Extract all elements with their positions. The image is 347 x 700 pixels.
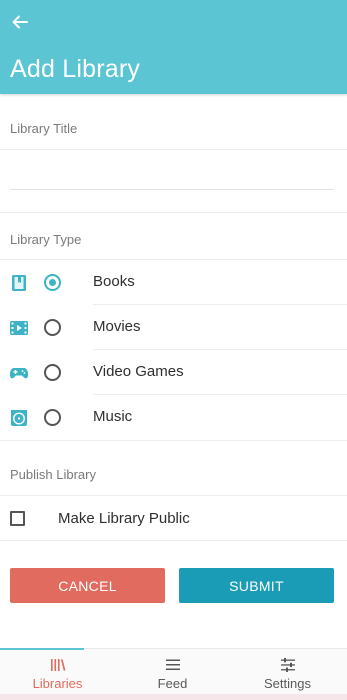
library-type-label: Library Type [10, 232, 82, 247]
cancel-button[interactable]: CANCEL [10, 568, 165, 603]
divider [0, 540, 347, 541]
page-title: Add Library [10, 55, 141, 83]
library-type-option-video-games[interactable]: Video Games [0, 350, 347, 395]
option-label: Video Games [93, 363, 184, 380]
back-button[interactable] [6, 8, 34, 36]
make-public-label[interactable]: Make Library Public [58, 510, 190, 527]
divider [0, 149, 347, 150]
option-label: Movies [93, 318, 141, 335]
system-bar-strip [0, 694, 347, 700]
app-bar: Add Library [0, 0, 347, 94]
radio-button[interactable] [44, 409, 61, 426]
bottom-navigation: Libraries Feed Settings [0, 648, 347, 694]
music-disc-icon [11, 410, 27, 426]
nav-label: Settings [264, 676, 311, 691]
libraries-icon [50, 659, 65, 671]
library-type-option-movies[interactable]: Movies [0, 305, 347, 350]
nav-item-settings[interactable]: Settings [230, 649, 345, 695]
divider [0, 212, 347, 213]
radio-button[interactable] [44, 319, 61, 336]
library-title-label: Library Title [10, 121, 78, 136]
publish-library-label: Publish Library [10, 467, 96, 482]
settings-sliders-icon [280, 658, 295, 672]
submit-button[interactable]: SUBMIT [179, 568, 334, 603]
radio-button[interactable] [44, 364, 61, 381]
divider [0, 495, 347, 496]
arrow-left-icon [12, 15, 28, 29]
feed-icon [165, 659, 180, 670]
divider [0, 440, 347, 441]
radio-button-selected[interactable] [44, 274, 61, 291]
gamepad-icon [9, 368, 29, 379]
nav-item-feed[interactable]: Feed [115, 649, 230, 695]
library-type-option-music[interactable]: Music [0, 395, 347, 440]
option-label: Books [93, 273, 135, 290]
nav-label: Feed [157, 676, 188, 691]
option-label: Music [93, 408, 133, 425]
film-icon [10, 321, 28, 335]
nav-item-libraries[interactable]: Libraries [0, 649, 115, 695]
nav-label: Libraries [32, 676, 83, 691]
library-type-option-books[interactable]: Books [0, 260, 347, 305]
book-icon [12, 275, 26, 291]
make-public-checkbox[interactable] [10, 511, 25, 526]
library-title-input[interactable] [10, 160, 334, 190]
